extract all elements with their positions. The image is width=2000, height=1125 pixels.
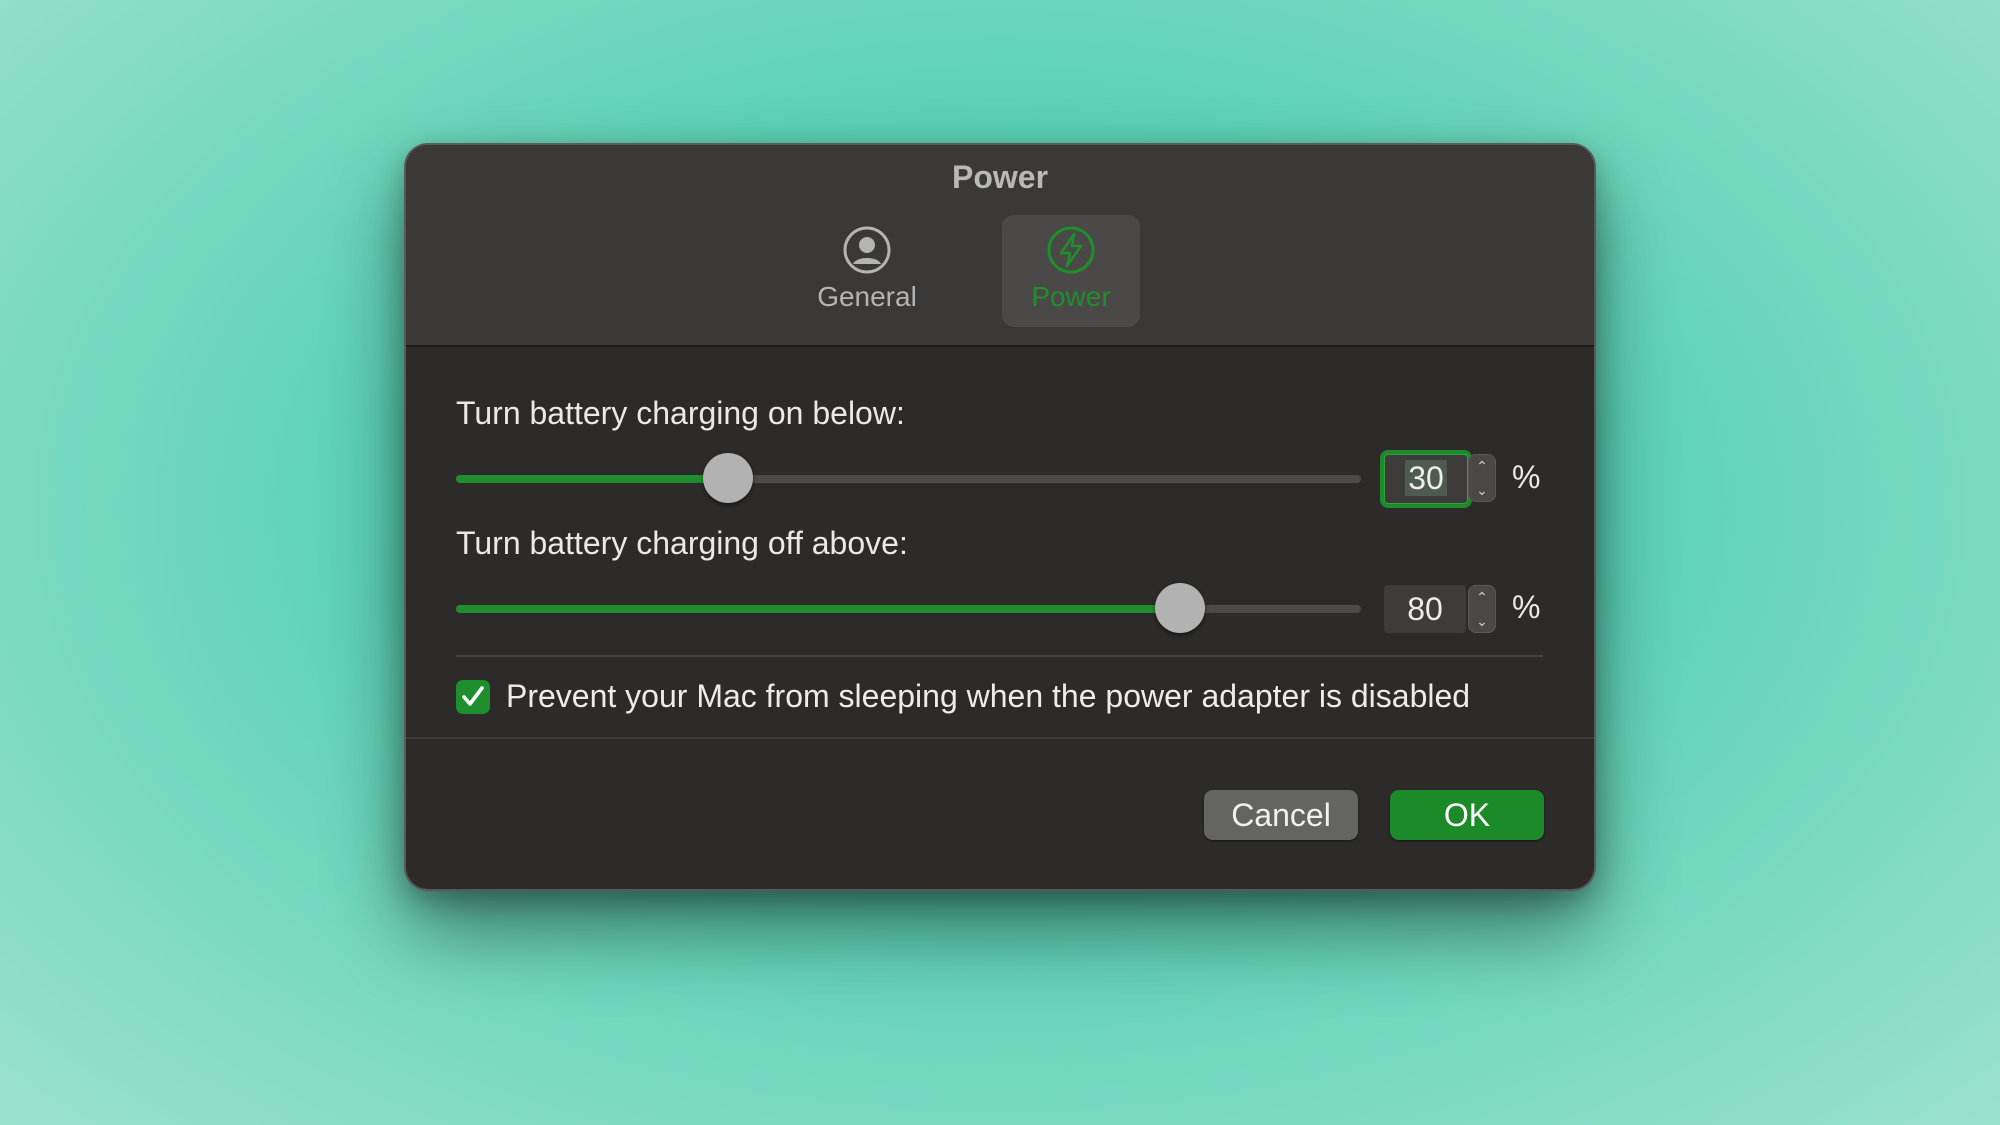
footer-divider (406, 737, 1594, 739)
charge-off-slider-fill (456, 605, 1180, 613)
power-settings-window: Power General Power Turn battery chargin… (406, 145, 1594, 889)
checkmark-icon (462, 686, 484, 706)
charge-on-label: Turn battery charging on below: (456, 395, 905, 431)
chevron-down-icon[interactable]: ⌄ (1468, 478, 1496, 502)
tab-power-label: Power (1031, 281, 1111, 312)
prevent-sleep-label[interactable]: Prevent your Mac from sleeping when the … (506, 678, 1470, 715)
charge-off-slider-knob[interactable] (1155, 583, 1205, 633)
charge-on-stepper[interactable]: ⌃ ⌄ (1468, 454, 1496, 502)
charge-off-stepper[interactable]: ⌃ ⌄ (1468, 585, 1496, 633)
chevron-up-icon[interactable]: ⌃ (1468, 585, 1496, 609)
chevron-up-icon[interactable]: ⌃ (1468, 454, 1496, 478)
charge-on-slider-fill (456, 475, 728, 483)
section-divider (456, 655, 1543, 657)
charge-on-slider-knob[interactable] (702, 453, 753, 503)
window-toolbar: Power General Power (406, 145, 1594, 347)
charge-on-input[interactable]: 30 (1384, 454, 1468, 504)
charge-off-input[interactable]: 80 (1384, 585, 1466, 633)
window-title: Power (951, 159, 1049, 195)
chevron-down-icon[interactable]: ⌄ (1468, 609, 1496, 633)
cancel-button[interactable]: Cancel (1204, 790, 1358, 840)
prevent-sleep-checkbox[interactable] (456, 680, 490, 714)
charge-on-value: 30 (1405, 460, 1447, 496)
charge-off-slider[interactable] (456, 583, 1361, 633)
charge-off-unit: % (1512, 589, 1541, 625)
bolt-circle-icon (1047, 226, 1095, 274)
tab-general[interactable]: General (798, 215, 936, 327)
tab-general-label: General (817, 281, 917, 312)
ok-button[interactable]: OK (1390, 790, 1544, 840)
tab-power[interactable]: Power (1002, 215, 1140, 327)
charge-on-unit: % (1512, 459, 1541, 495)
person-circle-icon (843, 226, 891, 274)
charge-off-label: Turn battery charging off above: (456, 525, 908, 561)
charge-off-value: 80 (1407, 591, 1443, 627)
charge-on-slider[interactable] (456, 453, 1361, 503)
